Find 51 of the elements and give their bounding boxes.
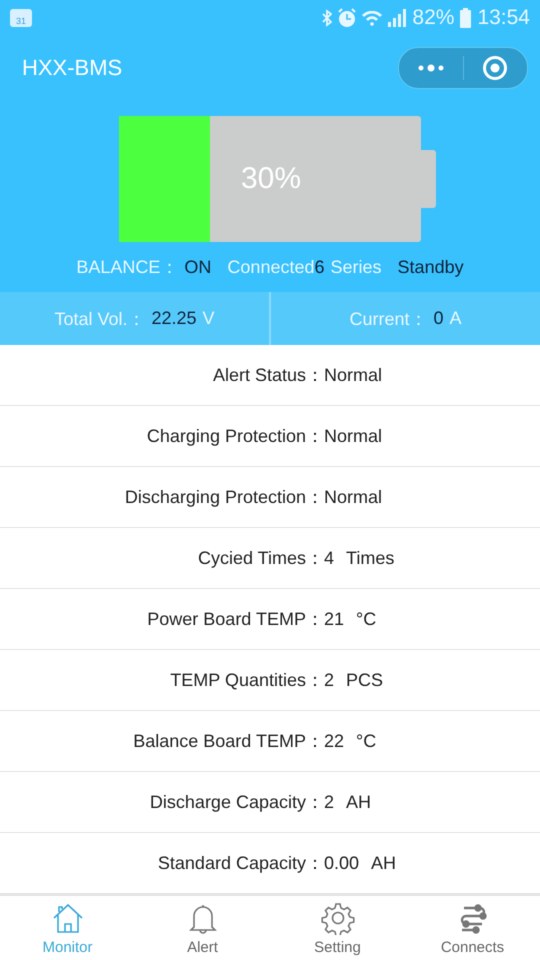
connected-label: Connected xyxy=(227,256,314,278)
row-label: Balance Board TEMP： xyxy=(132,730,324,754)
row-label: Alert Status： xyxy=(212,364,324,388)
settings-icon xyxy=(320,900,354,935)
target-icon xyxy=(482,55,508,81)
nav-tab[interactable]: Setting xyxy=(270,896,405,960)
row-label: Discharge Capacity： xyxy=(148,791,324,814)
battery-percent: 82% xyxy=(412,6,454,30)
row-label: Cycied Times： xyxy=(196,547,324,570)
row-label: Charging Protection： xyxy=(146,425,324,448)
bluetooth-icon xyxy=(322,9,332,27)
more-icon xyxy=(416,63,446,73)
wifi-icon xyxy=(362,10,382,26)
row-unit: AH xyxy=(371,852,396,874)
row-value: Normal xyxy=(324,426,382,447)
balance-value: ON xyxy=(184,256,212,278)
nav-tab[interactable]: Alert xyxy=(135,896,270,960)
row-unit: AH xyxy=(346,792,372,813)
row-label: TEMP Quantities： xyxy=(169,669,324,692)
row-unit: °C xyxy=(356,730,376,752)
row-value: 0.00 xyxy=(324,852,360,874)
series-label: Series xyxy=(330,256,382,278)
row-value: 4 xyxy=(324,548,334,569)
stat-unit: A xyxy=(450,308,462,330)
series-count: 6 xyxy=(314,256,325,278)
row-value: 21 xyxy=(324,608,344,630)
row-value: 2 xyxy=(324,670,334,691)
row-value: Normal xyxy=(324,486,382,508)
calendar-icon: 31 xyxy=(10,9,32,27)
stat-label: Current： xyxy=(349,308,428,331)
battery-icon xyxy=(460,8,472,28)
row-unit: PCS xyxy=(346,670,384,691)
balance-label: BALANCE： xyxy=(76,256,178,279)
app-title: HXX-BMS xyxy=(22,55,124,81)
stat-unit: V xyxy=(202,308,215,330)
row-unit: °C xyxy=(356,608,376,630)
stat-value: 22.25 xyxy=(151,308,197,330)
row-label: Power Board TEMP： xyxy=(146,608,324,632)
alarm-icon xyxy=(338,8,356,28)
row-value: 22 xyxy=(324,730,344,752)
row-unit: Times xyxy=(346,548,394,569)
row-label: Discharging Protection： xyxy=(124,486,324,510)
stat-value: 0 xyxy=(434,308,444,330)
row-value: Normal xyxy=(324,364,382,386)
clock-time: 13:54 xyxy=(477,6,530,30)
nav-tab[interactable]: Connects xyxy=(405,896,540,960)
row-label: Standard Capacity： xyxy=(156,852,324,876)
signal-icon xyxy=(388,9,406,27)
stat-label: Total Vol.： xyxy=(54,308,146,331)
battery-state: Standby xyxy=(398,256,464,278)
row-value: 2 xyxy=(324,792,334,813)
